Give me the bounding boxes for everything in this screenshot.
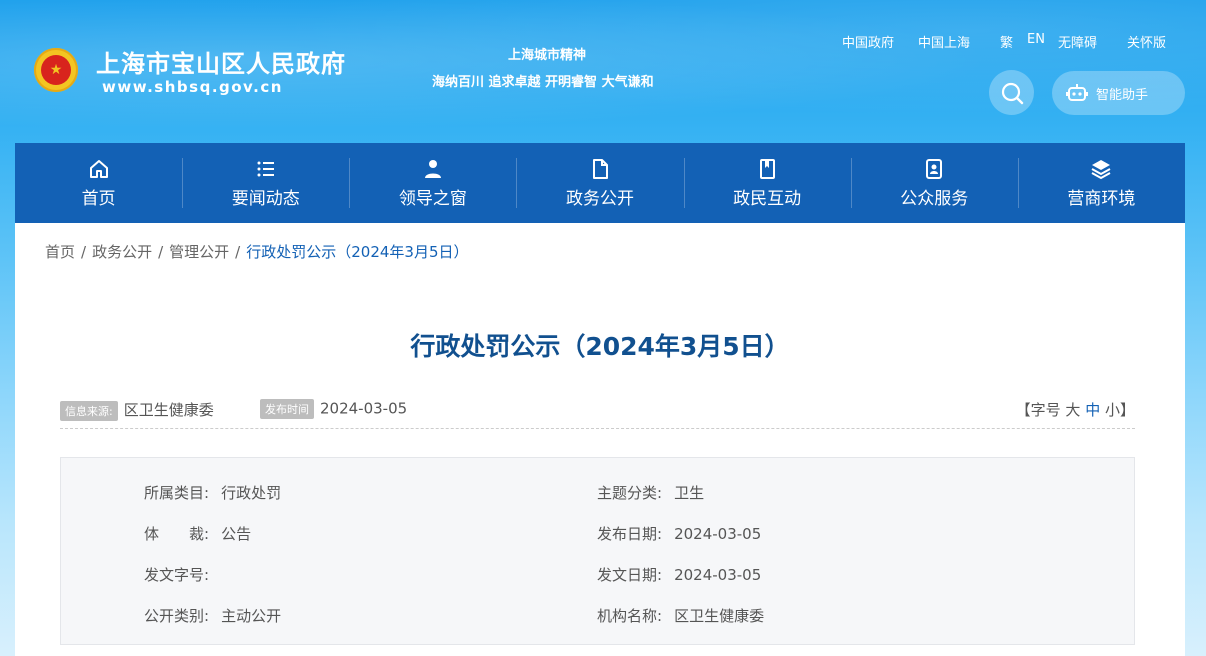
document-icon (589, 158, 611, 180)
nav-label: 公众服务 (900, 188, 969, 209)
nav-label: 营商环境 (1067, 188, 1136, 209)
city-spirit-text: 海纳百川 追求卓越 开明睿智 大气谦和 (432, 75, 654, 90)
info-issue-date: 发文日期: 2024-03-05 (597, 566, 762, 584)
layers-icon (1090, 158, 1112, 180)
meta-divider (60, 428, 1135, 429)
search-button[interactable] (989, 70, 1034, 115)
fontsize-open: 【字号 (1015, 401, 1061, 419)
info-genre: 体 裁: 公告 (144, 525, 252, 543)
site-name[interactable]: 上海市宝山区人民政府 (96, 44, 346, 79)
nav-label: 政民互动 (733, 188, 802, 209)
info-topic: 主题分类: 卫生 (597, 484, 705, 502)
fontsize-large[interactable]: 大 (1065, 401, 1080, 419)
main-nav: 首页 要闻动态 领导之窗 政务公开 政民互动 公众服务 营商环境 (15, 143, 1185, 223)
breadcrumb: 首页 / 政务公开 / 管理公开 / 行政处罚公示（2024年3月5日） (45, 243, 469, 261)
nav-item-business[interactable]: 营商环境 (1017, 143, 1185, 223)
nav-item-home[interactable]: 首页 (15, 143, 182, 223)
robot-icon (1066, 84, 1088, 101)
nav-item-gov-affairs[interactable]: 政务公开 (516, 143, 683, 223)
info-category: 所属类目: 行政处罚 (144, 484, 282, 502)
link-shanghai-gov[interactable]: 中国上海 (918, 32, 970, 51)
page-title: 行政处罚公示（2024年3月5日） (410, 332, 790, 361)
breadcrumb-home[interactable]: 首页 (45, 243, 75, 261)
date-value: 2024-03-05 (320, 399, 408, 418)
breadcrumb-management[interactable]: 管理公开 (169, 243, 229, 261)
assistant-label: 智能助手 (1096, 87, 1149, 103)
book-icon (756, 158, 778, 180)
nav-label: 首页 (81, 188, 116, 209)
info-publish-date: 发布日期: 2024-03-05 (597, 525, 762, 543)
list-icon (255, 158, 277, 180)
person-icon (422, 158, 444, 180)
nav-label: 要闻动态 (231, 188, 300, 209)
date-tag: 发布时间 (260, 399, 314, 419)
link-english[interactable]: EN (1027, 32, 1045, 47)
fontsize-medium[interactable]: 中 (1085, 401, 1100, 419)
search-icon (1001, 82, 1023, 104)
link-elderly-mode[interactable]: 关怀版 (1127, 32, 1166, 51)
city-spirit-title: 上海城市精神 (508, 48, 587, 63)
fontsize-small[interactable]: 小】 (1105, 401, 1135, 419)
national-emblem-icon: ★ (34, 48, 78, 92)
home-icon (88, 158, 110, 180)
nav-item-public-service[interactable]: 公众服务 (850, 143, 1018, 223)
info-doc-number: 发文字号: (144, 566, 210, 584)
badge-icon (923, 158, 945, 180)
info-open-type: 公开类别: 主动公开 (144, 607, 282, 625)
breadcrumb-current[interactable]: 行政处罚公示（2024年3月5日） (246, 243, 468, 261)
breadcrumb-gov-affairs[interactable]: 政务公开 (92, 243, 152, 261)
assistant-button[interactable]: 智能助手 (1052, 71, 1185, 115)
article-meta: 信息来源: 区卫生健康委 发布时间 2024-03-05 【字号 大 中 小】 (60, 399, 1135, 429)
nav-label: 政务公开 (565, 188, 634, 209)
info-box: 所属类目: 行政处罚 主题分类: 卫生 体 裁: 公告 发布日期: 2024-03-05… (60, 457, 1135, 645)
link-china-gov[interactable]: 中国政府 (842, 32, 894, 51)
site-url: www.shbsq.gov.cn (102, 78, 283, 96)
font-size-switcher: 【字号 大 中 小】 (1016, 399, 1135, 420)
nav-label: 领导之窗 (398, 188, 467, 209)
nav-item-leaders[interactable]: 领导之窗 (349, 143, 516, 223)
source-tag: 信息来源: (60, 400, 118, 421)
content-area: 首页 / 政务公开 / 管理公开 / 行政处罚公示（2024年3月5日） 行政处罚公示（20… (15, 223, 1185, 656)
source-value: 区卫生健康委 (123, 401, 214, 419)
link-traditional[interactable]: 繁 (1000, 32, 1013, 51)
link-accessibility[interactable]: 无障碍 (1058, 32, 1097, 51)
nav-item-interaction[interactable]: 政民互动 (683, 143, 851, 223)
info-org-name: 机构名称: 区卫生健康委 (597, 607, 765, 625)
nav-item-news[interactable]: 要闻动态 (182, 143, 349, 223)
